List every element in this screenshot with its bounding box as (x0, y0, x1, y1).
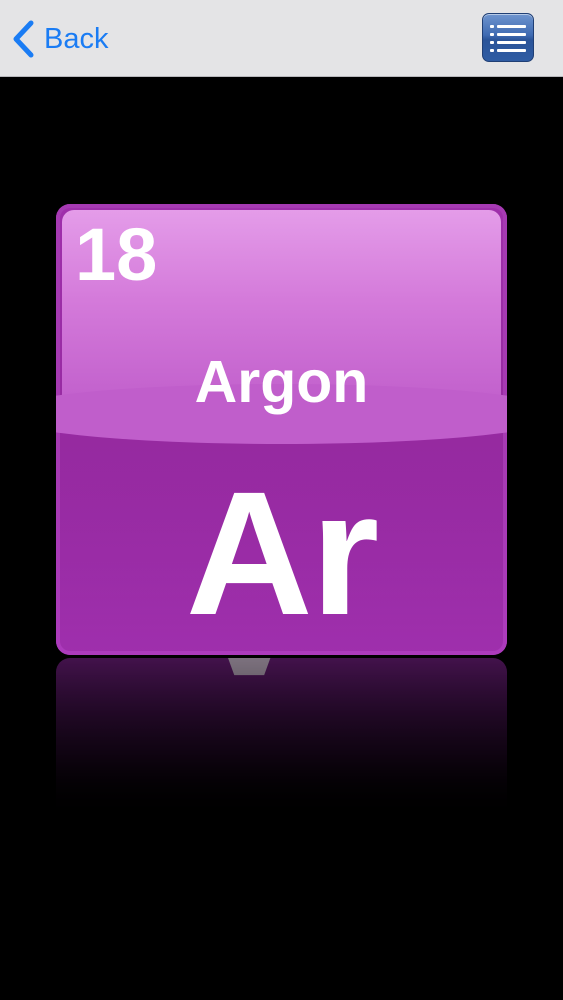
element-tile: 18 Argon Ar (56, 204, 507, 655)
back-button[interactable]: Back (10, 18, 108, 60)
tile-reflection: Ar (56, 658, 507, 818)
reflection-symbol: Ar (56, 658, 507, 712)
back-label: Back (44, 23, 109, 55)
element-name: Argon (194, 349, 369, 415)
list-icon (490, 25, 526, 52)
element-tile-body: 18 Argon Ar (56, 204, 507, 655)
element-symbol: Ar (185, 456, 380, 652)
atomic-number: 18 (75, 213, 158, 296)
menu-button[interactable] (482, 13, 534, 62)
navigation-bar: Back (0, 0, 563, 77)
chevron-left-icon (13, 20, 34, 58)
screen: Back 18 Argon Ar (0, 0, 563, 1000)
